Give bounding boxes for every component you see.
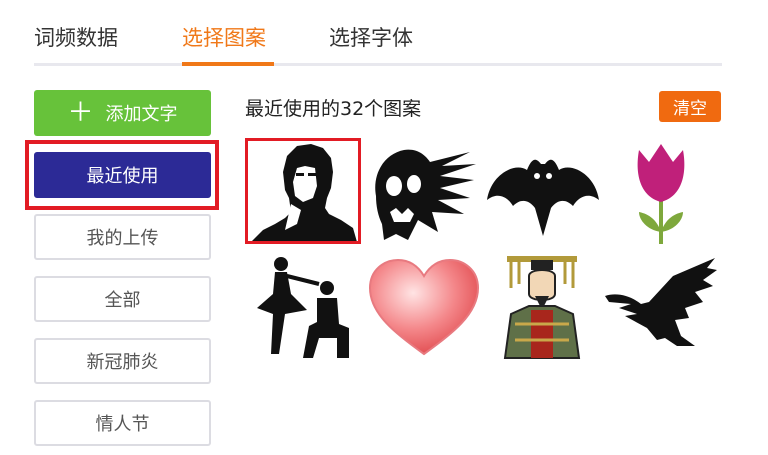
add-text-label: 添加文字 bbox=[105, 104, 178, 125]
tab-divider bbox=[34, 63, 722, 66]
clear-button[interactable]: 清空 bbox=[659, 91, 721, 122]
sidebar-item-label: 我的上传 bbox=[86, 228, 159, 249]
tab-choose-pattern[interactable]: 选择图案 bbox=[182, 22, 266, 52]
tab-choose-font[interactable]: 选择字体 bbox=[329, 22, 413, 52]
pattern-tile-tulip[interactable] bbox=[603, 140, 719, 246]
couple-icon bbox=[257, 257, 349, 358]
sidebar-item-label: 新冠肺炎 bbox=[86, 352, 159, 373]
tab-word-frequency[interactable]: 词频数据 bbox=[34, 22, 118, 52]
sidebar-item-label: 情人节 bbox=[95, 414, 150, 435]
tulip-icon bbox=[637, 144, 685, 244]
pattern-tile-emperor[interactable] bbox=[485, 254, 601, 360]
add-text-button[interactable]: ＋ 添加文字 bbox=[34, 90, 211, 136]
sidebar-item-label: 最近使用 bbox=[86, 166, 159, 187]
sidebar-item-valentines[interactable]: 情人节 bbox=[34, 400, 211, 446]
heart-icon bbox=[368, 258, 480, 356]
bat-icon bbox=[487, 159, 599, 236]
pattern-tile-eagle[interactable] bbox=[603, 256, 719, 362]
recent-patterns-title: 最近使用的32个图案 bbox=[245, 98, 422, 120]
eagle-icon bbox=[605, 258, 717, 346]
pattern-tile-man-portrait[interactable] bbox=[245, 138, 361, 244]
sidebar-item-all[interactable]: 全部 bbox=[34, 276, 211, 322]
emperor-icon bbox=[503, 256, 581, 359]
pattern-tile-screaming-skull[interactable] bbox=[366, 140, 482, 246]
sidebar-item-label: 全部 bbox=[104, 290, 141, 311]
tab-bar: 词频数据 选择图案 选择字体 bbox=[34, 0, 722, 66]
sidebar-item-covid[interactable]: 新冠肺炎 bbox=[34, 338, 211, 384]
pattern-tile-bat[interactable] bbox=[485, 140, 601, 246]
skull-icon bbox=[375, 149, 476, 240]
pattern-tile-proposal-couple[interactable] bbox=[245, 254, 361, 360]
sidebar-item-my-uploads[interactable]: 我的上传 bbox=[34, 214, 211, 260]
active-tab-indicator bbox=[182, 62, 274, 66]
plus-icon: ＋ bbox=[67, 98, 94, 128]
man-portrait-icon bbox=[251, 144, 357, 242]
pattern-tile-heart[interactable] bbox=[366, 256, 482, 362]
sidebar-item-recent[interactable]: 最近使用 bbox=[34, 152, 211, 198]
